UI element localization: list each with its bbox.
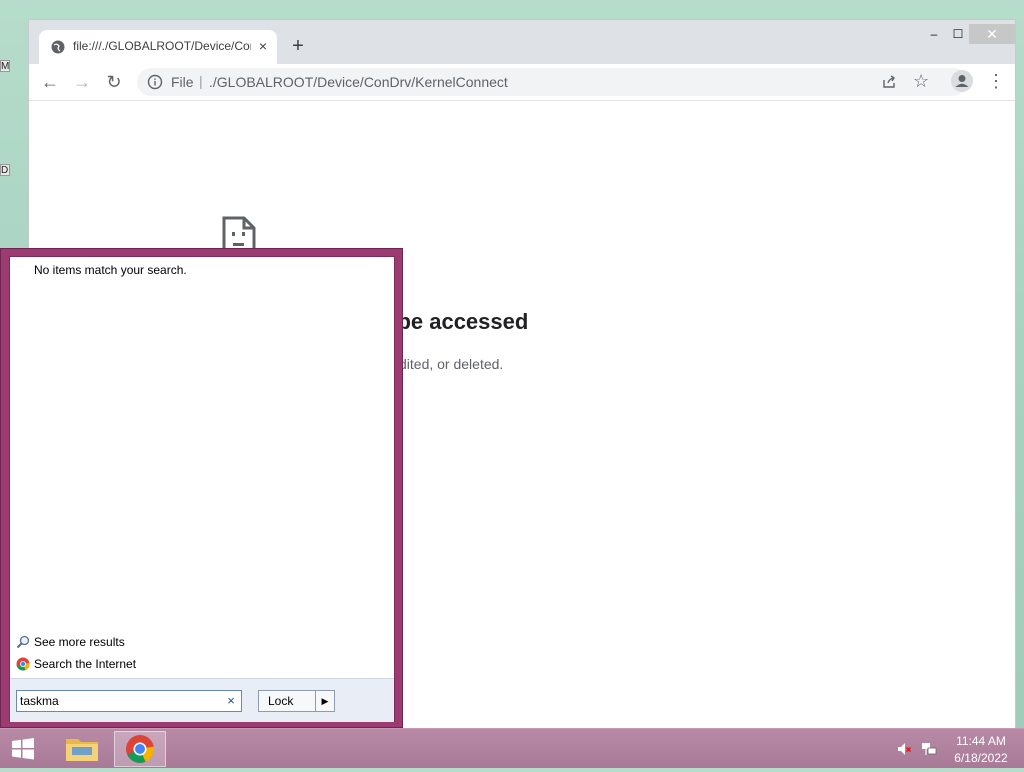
share-icon[interactable] bbox=[881, 74, 897, 90]
taskbar-file-explorer[interactable] bbox=[56, 731, 108, 767]
info-icon[interactable] bbox=[147, 74, 163, 90]
close-window-button[interactable]: ✕ bbox=[969, 24, 1015, 44]
magnifier-icon bbox=[16, 635, 30, 649]
taskbar: 11:44 AM 6/18/2022 bbox=[0, 728, 1024, 768]
clock-date[interactable]: 6/18/2022 bbox=[946, 751, 1016, 765]
close-tab-icon[interactable]: × bbox=[254, 37, 272, 55]
maximize-button[interactable]: ☐ bbox=[947, 24, 969, 44]
search-internet-link[interactable]: Search the Internet bbox=[16, 656, 136, 674]
desktop-icon-fragment: D bbox=[0, 164, 10, 176]
browser-tab[interactable]: file:///./GLOBALROOT/Device/ConDrv/Kerne… bbox=[39, 30, 277, 64]
browser-toolbar: ← → ↻ File | ./GLOBALROOT/Device/ConDrv/… bbox=[29, 64, 1015, 101]
see-more-results-label: See more results bbox=[34, 634, 125, 649]
network-icon[interactable] bbox=[921, 741, 937, 757]
profile-avatar-icon[interactable] bbox=[951, 70, 973, 92]
taskbar-chrome[interactable] bbox=[114, 731, 166, 767]
clear-search-icon[interactable]: × bbox=[223, 692, 239, 710]
shutdown-options-arrow-icon[interactable]: ▶ bbox=[315, 690, 335, 712]
windows-start-icon[interactable] bbox=[6, 734, 40, 764]
search-internet-label: Search the Internet bbox=[34, 656, 137, 671]
desktop-icon-fragment: M bbox=[0, 60, 10, 72]
no-results-message: No items match your search. bbox=[34, 263, 187, 277]
tab-title: file:///./GLOBALROOT/Device/ConDrv/Kerne… bbox=[73, 39, 251, 53]
url-text[interactable]: ./GLOBALROOT/Device/ConDrv/KernelConnect bbox=[209, 74, 508, 90]
clock-time[interactable]: 11:44 AM bbox=[946, 734, 1016, 748]
url-separator: | bbox=[199, 73, 203, 89]
start-menu: No items match your search. See more res… bbox=[0, 248, 403, 728]
chrome-icon bbox=[16, 657, 30, 671]
globe-icon bbox=[51, 40, 65, 54]
start-menu-panel: No items match your search. See more res… bbox=[9, 256, 395, 722]
chrome-icon bbox=[126, 735, 155, 763]
volume-muted-icon[interactable] bbox=[896, 741, 912, 757]
bookmark-star-icon[interactable]: ☆ bbox=[913, 71, 929, 92]
back-button[interactable]: ← bbox=[39, 71, 61, 93]
new-tab-button[interactable]: + bbox=[287, 36, 309, 58]
start-search-box[interactable]: × bbox=[16, 690, 242, 712]
start-menu-footer: × Lock ▶ bbox=[10, 678, 394, 722]
start-search-input[interactable] bbox=[20, 692, 216, 710]
reload-button[interactable]: ↻ bbox=[103, 71, 125, 93]
forward-button[interactable]: → bbox=[71, 71, 93, 93]
address-bar[interactable]: File | ./GLOBALROOT/Device/ConDrv/Kernel… bbox=[137, 68, 967, 96]
tab-strip: file:///./GLOBALROOT/Device/ConDrv/Kerne… bbox=[29, 20, 1015, 64]
lock-button[interactable]: Lock bbox=[258, 690, 316, 712]
folder-icon bbox=[66, 739, 98, 761]
minimize-button[interactable]: – bbox=[923, 24, 945, 44]
browser-menu-icon[interactable]: ⋮ bbox=[987, 71, 1005, 93]
see-more-results-link[interactable]: See more results bbox=[16, 634, 125, 652]
url-scheme: File bbox=[171, 74, 194, 90]
